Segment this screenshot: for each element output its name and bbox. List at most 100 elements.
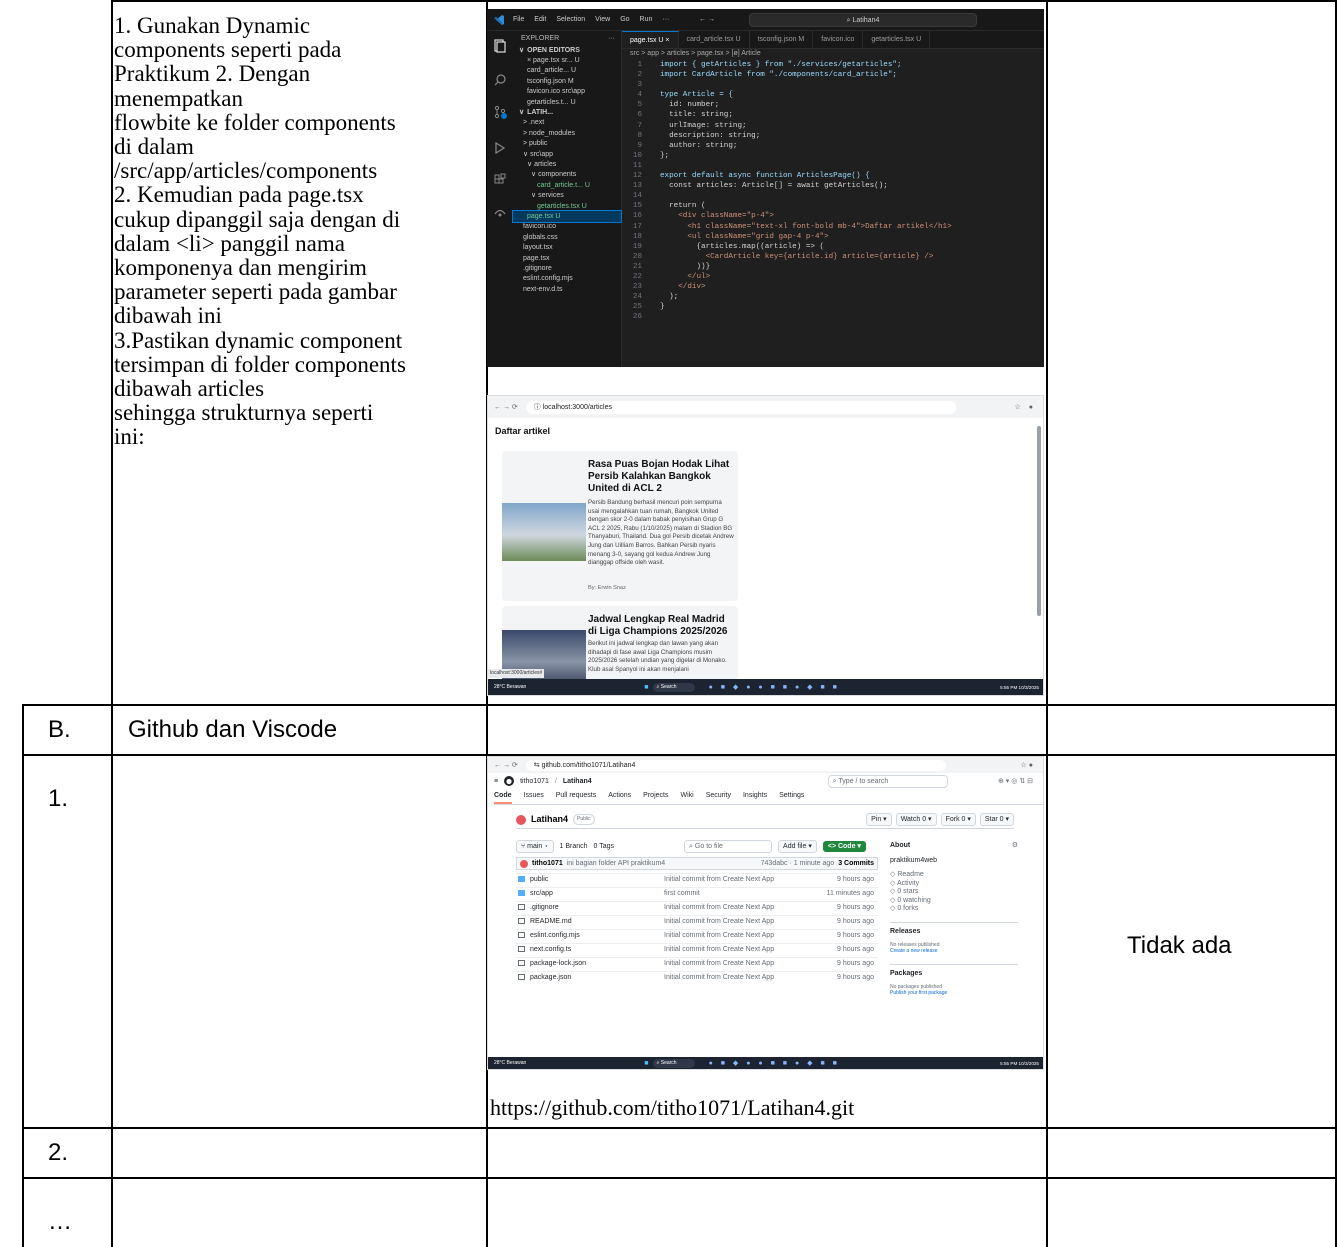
publish-package-link[interactable]: Publish your first package bbox=[890, 990, 1018, 996]
back-forward-reload-icon[interactable]: ← → ⟳ bbox=[494, 403, 518, 412]
repo-action-button[interactable]: Watch 0 ▾ bbox=[895, 813, 937, 826]
menu-item[interactable]: Selection bbox=[556, 15, 585, 24]
github-header-icons[interactable]: ⊕ ▾ ◎ ⇅ ⊟ bbox=[998, 777, 1033, 786]
file-commit-message[interactable]: Initial commit from Create Next App bbox=[664, 903, 818, 912]
tree-item[interactable]: next-env.d.ts bbox=[513, 284, 621, 294]
remote-icon[interactable] bbox=[493, 205, 507, 219]
scrollbar[interactable] bbox=[1037, 426, 1041, 616]
repo-link[interactable]: https://github.com/titho1071/Latihan4.gi… bbox=[490, 1095, 854, 1120]
editor-tab[interactable]: page.tsx U × bbox=[622, 31, 679, 48]
branch-count[interactable]: 1 Branch bbox=[560, 842, 588, 851]
file-row[interactable]: next.config.ts Initial commit from Create… bbox=[516, 943, 878, 954]
repo-tab-pull-requests[interactable]: Pull requests bbox=[556, 791, 596, 804]
taskbar-search[interactable]: ⌕ Search bbox=[652, 1058, 695, 1068]
source-control-icon[interactable] bbox=[493, 105, 507, 119]
tree-item[interactable]: card_article.t... U bbox=[513, 180, 621, 190]
tree-item[interactable]: page.tsx bbox=[513, 253, 621, 263]
menu-item[interactable]: Edit bbox=[534, 15, 546, 24]
add-file-button[interactable]: Add file ▾ bbox=[778, 839, 817, 853]
files-icon[interactable] bbox=[493, 39, 507, 53]
file-name[interactable]: public bbox=[516, 875, 664, 884]
file-name[interactable]: package-lock.json bbox=[516, 959, 664, 968]
repo-tab-wiki[interactable]: Wiki bbox=[680, 791, 693, 804]
editor-tab[interactable]: card_article.tsx U bbox=[679, 31, 750, 48]
file-row[interactable]: package.json Initial commit from Create N… bbox=[516, 971, 878, 982]
weather-widget[interactable]: 28°C Berawan bbox=[494, 683, 526, 692]
about-stat[interactable]: ◇ 0 stars bbox=[890, 888, 1018, 897]
menu-item[interactable]: Run bbox=[640, 15, 653, 24]
editor-tab[interactable]: tsconfig.json M bbox=[750, 31, 814, 48]
file-row[interactable]: eslint.config.mjs Initial commit from Cre… bbox=[516, 929, 878, 940]
file-row[interactable]: README.md Initial commit from Create Next… bbox=[516, 915, 878, 926]
tree-item[interactable]: getarticles.tsx U bbox=[513, 201, 621, 211]
address-bar[interactable]: ⓘ localhost:3000/articles bbox=[525, 400, 956, 414]
weather-widget[interactable]: 28°C Berawan bbox=[494, 1059, 526, 1068]
commit-count[interactable]: 3 Commits bbox=[838, 859, 877, 868]
open-editor-item[interactable]: card_article... U bbox=[513, 66, 621, 76]
about-stat[interactable]: ◇ 0 watching bbox=[890, 897, 1018, 906]
github-search[interactable]: ⌕ Type / to search bbox=[827, 774, 948, 788]
repo-tab-issues[interactable]: Issues bbox=[524, 791, 544, 804]
create-release-link[interactable]: Create a new release bbox=[890, 948, 1018, 954]
tree-item[interactable]: layout.tsx bbox=[513, 242, 621, 252]
start-icon[interactable]: ■ bbox=[644, 1059, 648, 1068]
tree-item[interactable]: ∨ services bbox=[513, 190, 621, 200]
file-commit-message[interactable]: Initial commit from Create Next App bbox=[664, 875, 818, 884]
file-row[interactable]: package-lock.json Initial commit from Cre… bbox=[516, 957, 878, 968]
file-commit-message[interactable]: Initial commit from Create Next App bbox=[664, 917, 818, 926]
file-row[interactable]: src/app first commit 11 minutes ago bbox=[516, 887, 878, 898]
profile-avatar-icon[interactable]: ● bbox=[1029, 403, 1033, 412]
about-stat[interactable]: ◇ Readme bbox=[890, 871, 1018, 880]
tree-item[interactable]: ∨ src\app bbox=[513, 149, 621, 159]
menu-item[interactable]: File bbox=[513, 15, 524, 24]
file-name[interactable]: package.json bbox=[516, 973, 664, 982]
branch-selector[interactable]: ⑂ main ▾ bbox=[516, 839, 554, 853]
tree-item[interactable]: ∨ components bbox=[513, 170, 621, 180]
file-commit-message[interactable]: Initial commit from Create Next App bbox=[664, 945, 818, 954]
file-commit-message[interactable]: Initial commit from Create Next App bbox=[664, 973, 818, 982]
extensions-icon[interactable] bbox=[493, 173, 507, 187]
article-card[interactable]: Rasa Puas Bojan Hodak Lihat Persib Kalah… bbox=[502, 451, 738, 601]
commit-message[interactable]: ini bagian folder API praktikum4 bbox=[567, 859, 665, 868]
file-row[interactable]: public Initial commit from Create Next Ap… bbox=[516, 873, 878, 884]
tree-item[interactable]: > public bbox=[513, 139, 621, 149]
tree-item[interactable]: ∨ articles bbox=[513, 159, 621, 169]
commit-hash[interactable]: 743dabc · 1 minute ago bbox=[761, 859, 835, 868]
goto-file-input[interactable]: ⌕ Go to file bbox=[684, 839, 773, 853]
tree-item[interactable]: favicon.ico bbox=[513, 222, 621, 232]
tree-item[interactable]: eslint.config.mjs bbox=[513, 274, 621, 284]
taskbar-search[interactable]: ⌕ Search bbox=[652, 682, 695, 692]
file-commit-message[interactable]: first commit bbox=[664, 889, 818, 898]
tree-item[interactable]: > .next bbox=[513, 118, 621, 128]
more-icon[interactable]: ··· bbox=[608, 34, 615, 43]
settings-gear-icon[interactable]: ⚙ bbox=[1012, 841, 1018, 850]
tree-item[interactable]: page.tsx U bbox=[512, 210, 622, 223]
file-name[interactable]: src/app bbox=[516, 889, 664, 898]
github-logo-icon[interactable] bbox=[504, 776, 515, 786]
tree-item[interactable]: globals.css bbox=[513, 232, 621, 242]
file-commit-message[interactable]: Initial commit from Create Next App bbox=[664, 959, 818, 968]
open-editors-header[interactable]: ∨ OPEN EDITORS bbox=[513, 45, 621, 55]
repo-tab-insights[interactable]: Insights bbox=[743, 791, 767, 804]
file-name[interactable]: .gitignore bbox=[516, 903, 664, 912]
commit-author[interactable]: titho1071 bbox=[532, 859, 563, 868]
repo-action-button[interactable]: Fork 0 ▾ bbox=[940, 813, 976, 826]
open-editor-item[interactable]: × page.tsx sr... U bbox=[513, 55, 621, 65]
repo-owner[interactable]: titho1071 bbox=[520, 777, 549, 786]
code-button[interactable]: <> Code ▾ bbox=[822, 840, 866, 852]
address-bar[interactable]: ⇆ github.com/titho1071/Latihan4 bbox=[525, 759, 946, 771]
file-row[interactable]: .gitignore Initial commit from Create Nex… bbox=[516, 901, 878, 912]
menu-item[interactable]: Go bbox=[620, 15, 629, 24]
about-stat[interactable]: ◇ Activity bbox=[890, 880, 1018, 889]
hamburger-icon[interactable]: ≡ bbox=[494, 777, 498, 786]
repo-name[interactable]: Latihan4 bbox=[563, 777, 592, 786]
back-forward-reload-icon[interactable]: ← → ⟳ bbox=[494, 761, 518, 770]
vscode-menu[interactable]: File Edit Selection View Go Run ··· bbox=[513, 15, 669, 24]
open-editor-item[interactable]: tsconfig.json M bbox=[513, 76, 621, 86]
open-editor-item[interactable]: favicon.ico src\app bbox=[513, 87, 621, 97]
profile-avatar-icon[interactable]: ☆ ● bbox=[1021, 761, 1033, 770]
repo-action-button[interactable]: Star 0 ▾ bbox=[979, 813, 1014, 826]
code-editor[interactable]: import { getArticles } from "./services/… bbox=[648, 60, 1044, 322]
menu-item[interactable]: View bbox=[595, 15, 610, 24]
repo-tab-actions[interactable]: Actions bbox=[608, 791, 631, 804]
